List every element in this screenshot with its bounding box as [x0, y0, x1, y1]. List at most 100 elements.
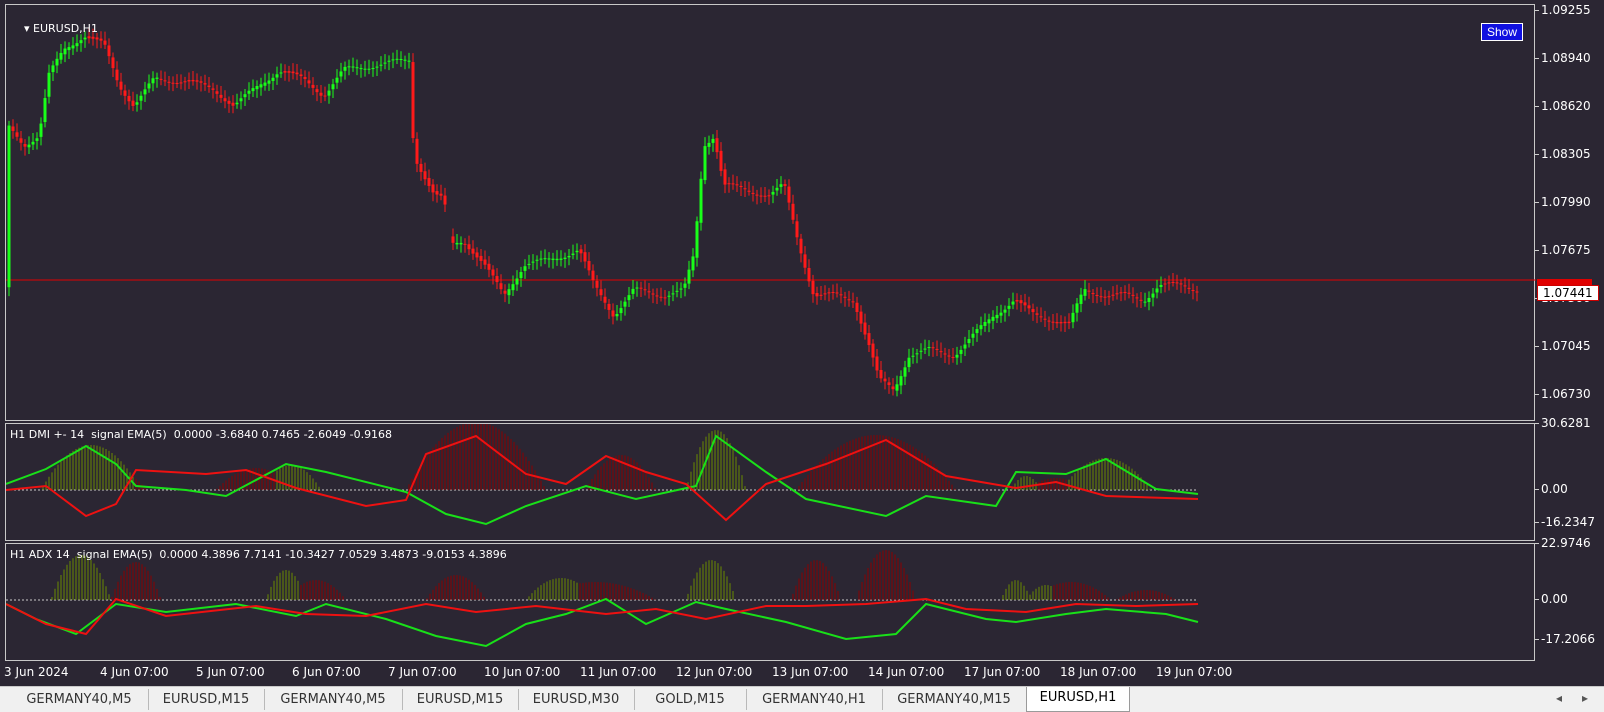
candle-body: [755, 194, 759, 196]
scale-label: 1.07045: [1535, 339, 1591, 353]
show-button[interactable]: Show: [1481, 23, 1524, 41]
candle-body: [1139, 299, 1143, 301]
time-label: 5 Jun 07:00: [196, 665, 265, 679]
chart-tab[interactable]: GERMANY40,M15: [882, 689, 1027, 710]
indicator-line: [6, 597, 1199, 648]
chart-tab[interactable]: GERMANY40,M5: [10, 689, 149, 710]
candle-body: [1075, 303, 1079, 313]
chart-tab[interactable]: GERMANY40,M5: [264, 689, 403, 710]
candle-body: [259, 84, 263, 88]
candle-body: [227, 100, 231, 104]
candle-body: [351, 66, 355, 68]
candle-body: [835, 292, 839, 294]
candle-body: [631, 288, 635, 294]
chart-tab[interactable]: EURUSD,M15: [148, 689, 265, 710]
dmi-title: H1 DMI +- 14 signal EMA(5) 0.0000 -3.684…: [10, 428, 393, 441]
candle-body: [363, 68, 367, 70]
scale-label: 1.08620: [1535, 99, 1591, 113]
candle-body: [387, 60, 391, 62]
indicator-line: [6, 597, 1199, 636]
candle-body: [683, 283, 687, 288]
candle-body: [151, 78, 155, 84]
candle-body: [747, 190, 751, 192]
candle-body: [1187, 287, 1191, 289]
candle-body: [639, 287, 643, 289]
candle-body: [539, 258, 543, 260]
candle-body: [35, 138, 39, 141]
candle-body: [599, 289, 603, 296]
time-axis[interactable]: 3 Jun 2024 4 Jun 07:00 5 Jun 07:00 6 Jun 07…: [0, 663, 1604, 683]
candle-body: [247, 90, 251, 94]
scale-label: 1.07675: [1535, 243, 1591, 257]
candle-body: [531, 261, 535, 263]
candle-body: [483, 259, 487, 265]
candle-body: [287, 71, 291, 73]
candle-body: [523, 266, 527, 271]
candle-body: [359, 68, 363, 70]
candle-body: [759, 195, 763, 197]
candle-body: [899, 376, 903, 386]
candle-body: [927, 347, 931, 349]
candle-body: [735, 184, 739, 186]
chart-symbol-title[interactable]: ▾ EURUSD,H1: [10, 9, 98, 48]
chart-tab[interactable]: GOLD,M15: [634, 689, 747, 710]
candle-body: [903, 367, 907, 377]
candle-body: [515, 278, 519, 285]
main-chart-pane[interactable]: ▾ EURUSD,H1 Show: [5, 4, 1536, 422]
triangle-down-icon[interactable]: ▾: [24, 22, 33, 35]
candle-body: [839, 294, 843, 296]
arrow-left-icon[interactable]: ◂: [1556, 691, 1562, 705]
chart-tab[interactable]: GERMANY40,H1: [746, 689, 883, 710]
candle-body: [1095, 295, 1099, 297]
candle-body: [591, 270, 595, 280]
candle-body: [1107, 296, 1111, 298]
candle-body: [163, 80, 167, 82]
candle-body: [19, 138, 23, 143]
candle-body: [491, 269, 495, 276]
candle-body: [435, 191, 439, 195]
candle-body: [1143, 301, 1147, 303]
candle-body: [271, 77, 275, 81]
chart-tab[interactable]: EURUSD,M15: [402, 689, 519, 710]
candle-body: [583, 252, 587, 262]
candle-body: [243, 94, 247, 98]
candle-body: [575, 250, 579, 253]
candle-body: [123, 90, 127, 96]
candle-body: [375, 66, 379, 68]
candle-body: [51, 65, 55, 73]
time-label: 12 Jun 07:00: [676, 665, 753, 679]
dmi-indicator-pane[interactable]: H1 DMI +- 14 signal EMA(5) 0.0000 -3.684…: [5, 423, 1535, 541]
candle-body: [915, 353, 919, 355]
candle-body: [635, 287, 639, 289]
candle-body: [895, 384, 899, 391]
candle-body: [223, 98, 227, 102]
adx-title: H1 ADX 14 signal EMA(5) 0.0000 4.3896 7.…: [10, 548, 507, 561]
price-scale[interactable]: 1.09255 1.08940 1.08620 1.08305 1.07990 1.076…: [1535, 3, 1604, 421]
chart-tab[interactable]: EURUSD,M30: [518, 689, 635, 710]
candle-body: [687, 269, 691, 284]
candle-body: [403, 59, 407, 61]
candle-body: [651, 293, 655, 295]
candle-body: [191, 79, 195, 82]
candle-body: [147, 83, 151, 89]
candle-body: [55, 58, 59, 66]
adx-indicator-pane[interactable]: H1 ADX 14 signal EMA(5) 0.0000 4.3896 7.…: [5, 543, 1535, 661]
candle-body: [299, 74, 303, 77]
candle-body: [327, 90, 331, 96]
time-label: 6 Jun 07:00: [292, 665, 361, 679]
candle-body: [679, 288, 683, 290]
candle-body: [283, 71, 287, 73]
candle-body: [579, 249, 583, 254]
candle-body: [763, 195, 767, 197]
dmi-histogram: [6, 424, 1199, 526]
chart-tabs-bar: ◂ ▸ GERMANY40,M5 EURUSD,M15 GERMANY40,M5 EU…: [0, 686, 1604, 712]
candle-body: [355, 67, 359, 69]
candle-body: [43, 98, 47, 123]
arrow-right-icon[interactable]: ▸: [1582, 691, 1588, 705]
candlestick-chart[interactable]: [6, 5, 1536, 422]
chart-tab[interactable]: EURUSD,H1: [1026, 687, 1130, 712]
time-label: 17 Jun 07:00: [964, 665, 1041, 679]
candle-body: [215, 91, 219, 94]
candle-body: [623, 301, 627, 307]
candle-body: [395, 58, 399, 60]
